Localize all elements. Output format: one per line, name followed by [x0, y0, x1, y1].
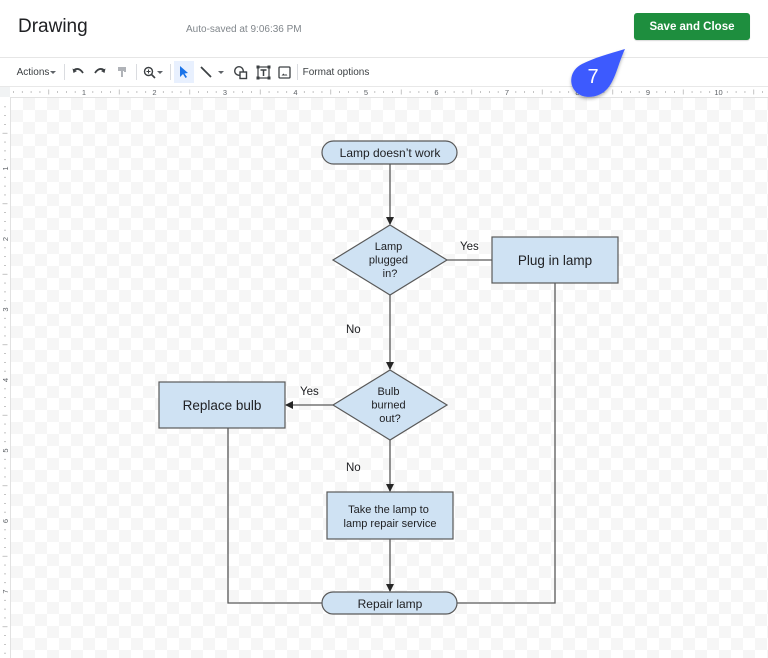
- end-label: Repair lamp: [358, 597, 423, 611]
- start-label: Lamp doesn’t work: [340, 146, 442, 160]
- connector-replace-to-end[interactable]: [227, 428, 322, 604]
- replace-label: Replace bulb: [183, 398, 262, 413]
- callout-number: 7: [587, 66, 598, 88]
- step-callout-marker: 7: [571, 49, 625, 97]
- edge-label-q1-no: No: [346, 324, 361, 336]
- connector-plug-to-end[interactable]: [457, 283, 556, 604]
- flowchart: Lamp doesn’t work Lamp plugged in? Plug …: [158, 140, 619, 615]
- edge-label-q2-yes: Yes: [300, 386, 319, 398]
- plug-label: Plug in lamp: [518, 253, 592, 268]
- edge-label-q2-no: No: [346, 462, 361, 474]
- edge-label-q1-yes: Yes: [460, 241, 479, 253]
